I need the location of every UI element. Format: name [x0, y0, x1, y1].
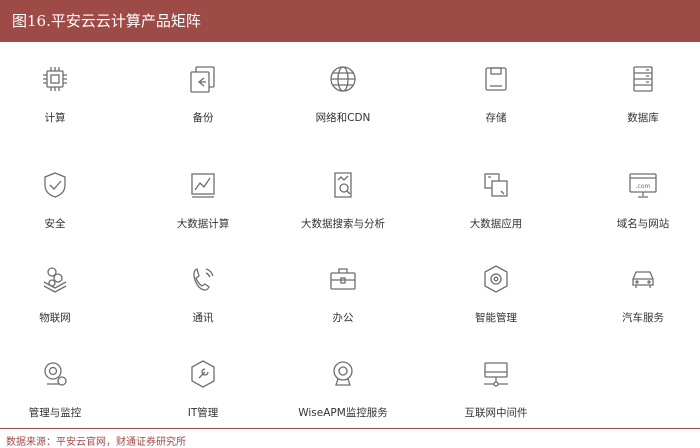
product-label: IT管理 [187, 407, 219, 419]
product-label: 互联网中间件 [464, 407, 528, 419]
source-note: 数据来源：平安云官网，财通证券研究所 [6, 437, 186, 448]
product-label: WiseAPM监控服务 [298, 407, 388, 419]
iot-icon [38, 262, 72, 296]
product-label: 办公 [332, 312, 354, 324]
product-label: 数据库 [627, 112, 659, 124]
gear-icon [479, 262, 513, 296]
briefcase-icon [326, 262, 360, 296]
app-icon [479, 168, 513, 202]
backup-icon [186, 62, 220, 96]
product-label: 通讯 [192, 312, 214, 324]
database-icon [626, 62, 660, 96]
search-doc-icon [326, 168, 360, 202]
website-icon: .com [626, 168, 660, 202]
product-grid: 计算 备份 网络和CDN 存储 数据库 安全 大数据计算 大数据搜索与分析 大数… [0, 0, 700, 445]
product-label: 计算 [44, 112, 66, 124]
storage-icon [479, 62, 513, 96]
monitor-icon [38, 357, 72, 391]
globe-icon [326, 62, 360, 96]
product-label: 大数据应用 [469, 218, 523, 230]
footer-divider [0, 428, 700, 429]
product-label: 域名与网站 [616, 218, 670, 230]
wrench-icon [186, 357, 220, 391]
product-label: 存储 [485, 112, 507, 124]
server-icon [479, 357, 513, 391]
product-label: 管理与监控 [28, 407, 82, 419]
product-label: 物联网 [39, 312, 71, 324]
product-label: 备份 [192, 112, 214, 124]
shield-icon [38, 168, 72, 202]
product-label: 网络和CDN [315, 112, 371, 124]
product-label: 安全 [44, 218, 66, 230]
svg-text:.com: .com [636, 183, 651, 190]
product-label: 汽车服务 [622, 312, 664, 324]
product-label: 大数据计算 [176, 218, 230, 230]
camera-icon [326, 357, 360, 391]
chart-icon [186, 168, 220, 202]
cpu-icon [38, 62, 72, 96]
product-label: 大数据搜索与分析 [301, 218, 385, 230]
car-icon [626, 262, 660, 296]
product-label: 智能管理 [475, 312, 517, 324]
phone-icon [186, 262, 220, 296]
